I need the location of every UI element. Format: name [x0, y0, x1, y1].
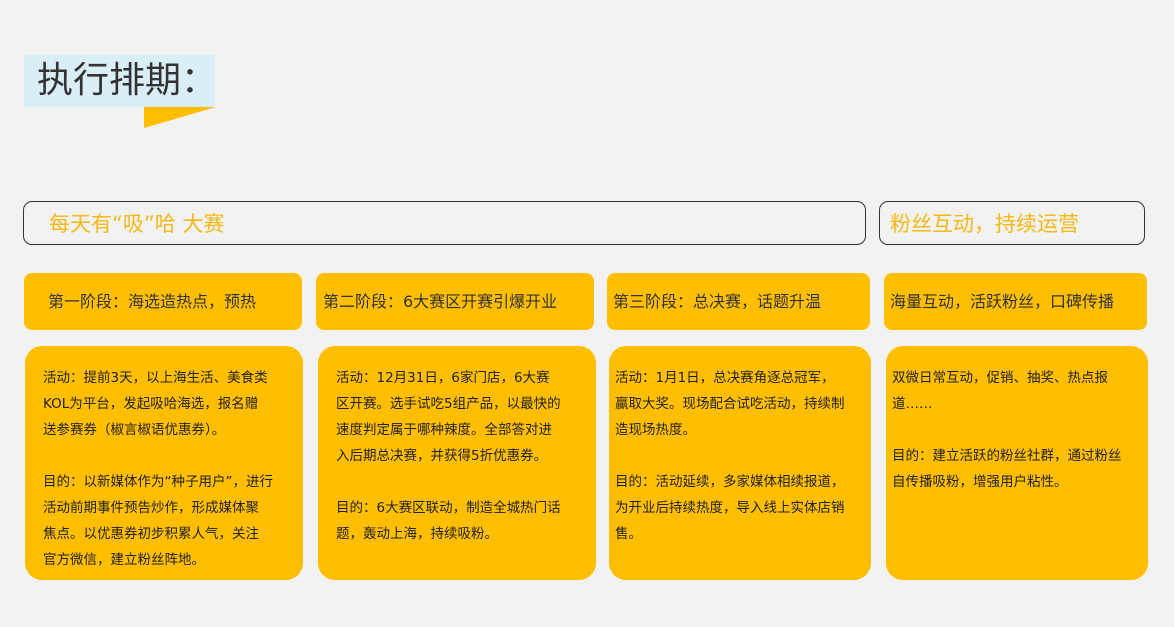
stage-header-1: 第一阶段：海选造热点，预热 [24, 273, 302, 330]
stage-card-2: 活动：12月31日，6家门店，6大赛 区开赛。选手试吃5组产品，以最快的 速度判… [318, 346, 596, 580]
stage-goal-text: 目的：6大赛区联动，制造全城热门话 题，轰动上海，持续吸粉。 [336, 500, 561, 542]
stage-goal-text: 目的：以新媒体作为“种子用户”，进行 活动前期事件预告炒作，形成媒体聚 焦点。以… [43, 474, 273, 568]
campaign-bar-contest: 每天有“吸”哈 大赛 [23, 201, 866, 245]
stage-activity-text: 双微日常互动，促销、抽奖、热点报 道…… [892, 370, 1108, 412]
page-title: 执行排期： [24, 55, 217, 107]
stage-header-4: 海量互动，活跃粉丝，口碑传播 [884, 273, 1147, 330]
stage-activity-text: 活动：12月31日，6家门店，6大赛 区开赛。选手试吃5组产品，以最快的 速度判… [336, 370, 561, 464]
stage-activity-text: 活动：提前3天，以上海生活、美食类 KOL为平台，发起吸哈海选，报名赠 送参赛券… [43, 370, 268, 438]
stage-header-3: 第三阶段：总决赛，话题升温 [607, 273, 870, 330]
title-accent-shape [144, 107, 216, 128]
stage-card-4: 双微日常互动，促销、抽奖、热点报 道…… 目的：建立活跃的粉丝社群，通过粉丝 自… [886, 346, 1148, 580]
campaign-bar-fan-engagement: 粉丝互动，持续运营 [879, 201, 1145, 245]
stage-card-3: 活动：1月1日，总决赛角逐总冠军， 赢取大奖。现场配合试吃活动，持续制 造现场热… [609, 346, 871, 580]
stage-header-2: 第二阶段：6大赛区开赛引爆开业 [316, 273, 594, 330]
stage-activity-text: 活动：1月1日，总决赛角逐总冠军， 赢取大奖。现场配合试吃活动，持续制 造现场热… [615, 370, 845, 438]
stage-card-1: 活动：提前3天，以上海生活、美食类 KOL为平台，发起吸哈海选，报名赠 送参赛券… [25, 346, 303, 580]
stage-goal-text: 目的：建立活跃的粉丝社群，通过粉丝 自传播吸粉，增强用户粘性。 [892, 448, 1122, 490]
stage-goal-text: 目的：活动延续，多家媒体相续报道， 为开业后持续热度，导入线上实体店销 售。 [615, 474, 845, 542]
